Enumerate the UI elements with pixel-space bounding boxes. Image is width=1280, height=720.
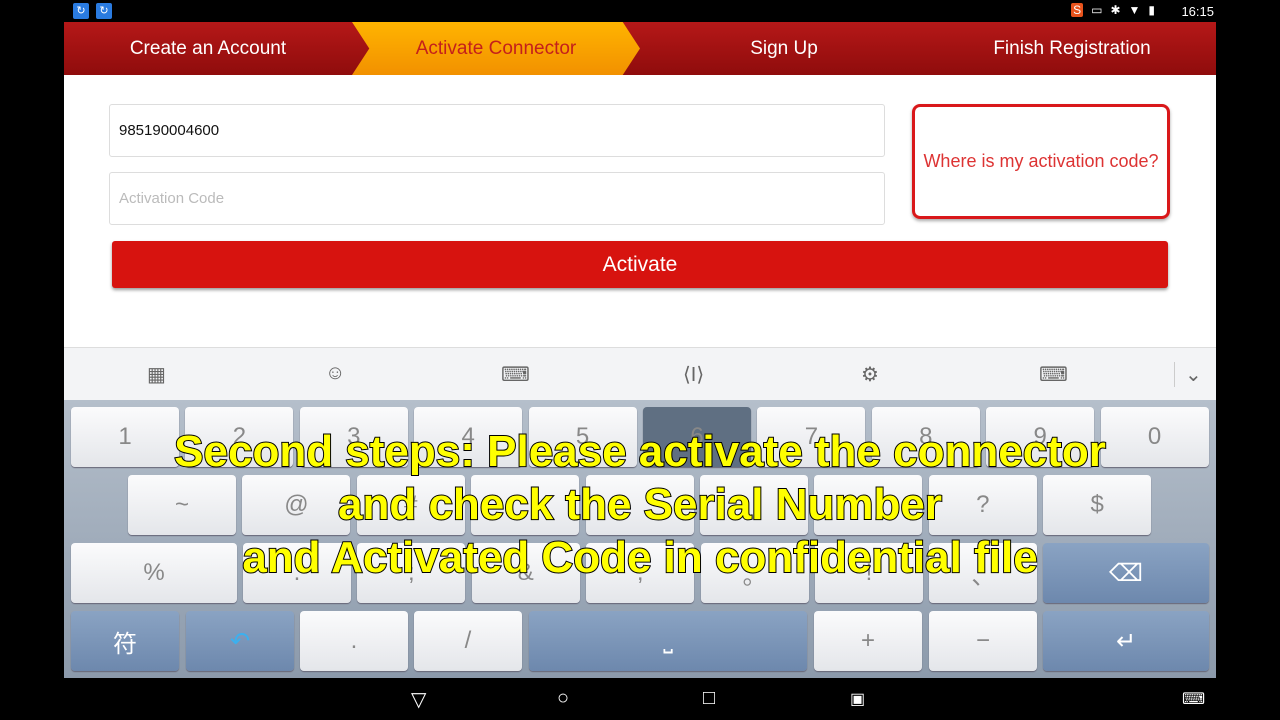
app-icon: ↻ bbox=[73, 3, 89, 19]
key[interactable]: + bbox=[814, 611, 922, 671]
home-icon[interactable]: ○ bbox=[557, 687, 569, 710]
serial-number-input[interactable]: 985190004600 bbox=[109, 104, 885, 157]
navigation-bar: ▽ ○ □ ▣ ⌨ bbox=[0, 678, 1280, 720]
screenshot-icon[interactable]: ▣ bbox=[850, 689, 865, 709]
keyboard-toolbar: ▦ ☺ ⌨ ⟨I⟩ ⚙ ⌨ ⌄ bbox=[64, 347, 1216, 400]
space-icon: ⎵ bbox=[663, 627, 673, 654]
key[interactable]: . bbox=[300, 611, 408, 671]
chevron-down-icon[interactable]: ⌄ bbox=[1174, 362, 1202, 387]
keyboard-icon[interactable]: ⌨ bbox=[1182, 689, 1205, 709]
undo-key[interactable]: ↶ bbox=[186, 611, 294, 671]
step-activate-connector[interactable]: Activate Connector bbox=[352, 22, 640, 75]
where-activation-code-button[interactable]: Where is my activation code? bbox=[912, 104, 1170, 219]
enter-key[interactable]: ↵ bbox=[1043, 611, 1209, 671]
clock: 16:15 bbox=[1181, 4, 1214, 19]
space-key[interactable]: ⎵ bbox=[529, 611, 807, 671]
enter-icon: ↵ bbox=[1115, 627, 1137, 655]
wifi-icon: ▼ bbox=[1128, 3, 1141, 17]
cursor-icon[interactable]: ⟨I⟩ bbox=[683, 362, 704, 387]
status-icons: S ▭ ✱ ▼ ▮ bbox=[1071, 3, 1155, 17]
gear-icon[interactable]: ⚙ bbox=[861, 362, 879, 387]
activate-button[interactable]: Activate bbox=[112, 241, 1168, 288]
subtitle-line: and Activated Code in confidential file bbox=[241, 532, 1038, 583]
undo-icon: ↶ bbox=[229, 627, 251, 655]
bluetooth-icon: ✱ bbox=[1110, 3, 1121, 17]
battery-icon: ▮ bbox=[1148, 3, 1155, 17]
activation-code-input[interactable]: Activation Code bbox=[109, 172, 885, 225]
app-icon: ↻ bbox=[96, 3, 112, 19]
registration-steps: Create an Account Activate Connector Sig… bbox=[64, 22, 1216, 75]
cast-icon: ▭ bbox=[1091, 3, 1103, 17]
keyboard-icon[interactable]: ⌨ bbox=[501, 362, 530, 387]
key[interactable]: / bbox=[414, 611, 522, 671]
symbols-key[interactable]: 符 bbox=[71, 611, 179, 671]
step-finish-registration[interactable]: Finish Registration bbox=[928, 22, 1216, 75]
grid-icon[interactable]: ▦ bbox=[147, 362, 166, 387]
subtitle-line: and check the Serial Number bbox=[337, 479, 943, 530]
video-subtitle: Second steps: Please activate the connec… bbox=[0, 425, 1280, 584]
step-create-account[interactable]: Create an Account bbox=[64, 22, 352, 75]
subtitle-line: Second steps: Please activate the connec… bbox=[173, 426, 1107, 477]
key[interactable]: − bbox=[929, 611, 1037, 671]
back-icon[interactable]: ▽ bbox=[411, 687, 426, 712]
status-bar: ↻ ↻ S ▭ ✱ ▼ ▮ 16:15 bbox=[0, 0, 1280, 22]
recents-icon[interactable]: □ bbox=[703, 687, 715, 710]
emoji-icon[interactable]: ☺ bbox=[325, 362, 345, 385]
sogou-icon: S bbox=[1071, 3, 1084, 17]
step-sign-up[interactable]: Sign Up bbox=[640, 22, 928, 75]
keyboard-settings-icon[interactable]: ⌨ bbox=[1039, 362, 1068, 387]
